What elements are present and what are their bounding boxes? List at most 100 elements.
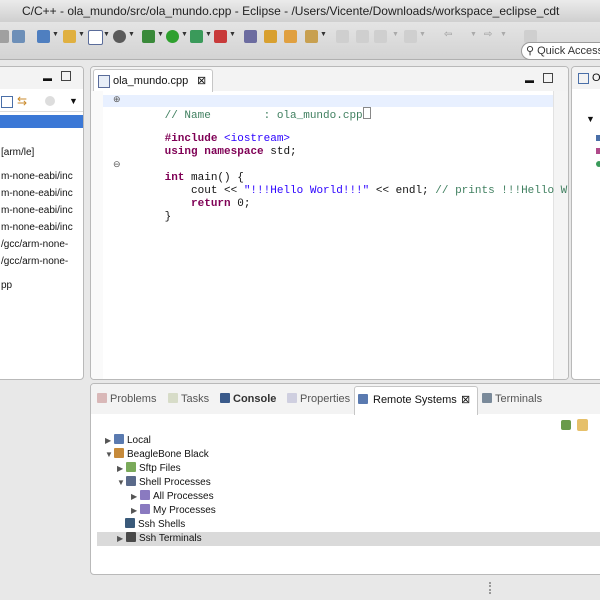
minimize-icon[interactable]: ▬ (525, 75, 534, 85)
build-target-icon[interactable] (12, 30, 25, 43)
window-title: C/C++ - ola_mundo/src/ola_mundo.cpp - Ec… (22, 4, 560, 18)
tree-item[interactable]: /gcc/arm-none- (1, 238, 68, 252)
tree-item[interactable]: m-none-eabi/inc (1, 187, 73, 201)
filter-icon[interactable] (45, 96, 55, 106)
chevron-down-icon[interactable]: ▼ (78, 31, 85, 38)
tree-item-beaglebone[interactable]: ▼ BeagleBone Black (105, 448, 209, 462)
remote-host-icon (114, 448, 124, 458)
tab-label: Remote Systems (373, 394, 457, 406)
tab-properties[interactable]: Properties (287, 393, 350, 405)
tab-problems[interactable]: Problems (97, 393, 156, 405)
toolbar-cut-icon[interactable] (0, 30, 9, 43)
tab-console[interactable]: Console (220, 393, 276, 405)
forward-arrow-icon[interactable]: ⇨ (484, 29, 492, 40)
run-play-icon[interactable] (166, 30, 179, 43)
tree-item-shell-processes[interactable]: ▼ Shell Processes (117, 476, 211, 490)
tree-item-local[interactable]: ▶ Local (105, 434, 151, 448)
back-arrow-icon[interactable]: ⇦ (444, 29, 452, 40)
next-annotation-icon[interactable] (336, 30, 349, 43)
tab-label: Terminals (495, 393, 543, 405)
maximize-icon[interactable] (61, 71, 71, 81)
chevron-down-icon[interactable]: ▼ (205, 31, 212, 38)
open-resource-icon[interactable] (264, 30, 277, 43)
include-icon (596, 135, 600, 141)
tab-tasks[interactable]: Tasks (168, 393, 209, 405)
chevron-down-icon[interactable]: ▼ (181, 31, 188, 38)
view-menu-icon[interactable]: ▼ (69, 96, 78, 106)
tab-label: Tasks (181, 393, 210, 405)
view-menu-icon[interactable]: ▼ (586, 114, 595, 124)
chevron-down-icon[interactable]: ▼ (392, 31, 399, 38)
expand-icon[interactable]: ▶ (131, 490, 140, 504)
close-icon[interactable]: ⊠ (197, 74, 206, 87)
tree-item[interactable]: pp (1, 279, 12, 293)
chevron-down-icon[interactable]: ▼ (229, 31, 236, 38)
tree-item[interactable]: [arm/le] (1, 146, 34, 160)
cpp-file-icon (98, 75, 110, 88)
run-external-tool-icon[interactable] (190, 30, 203, 43)
keyword: return (191, 198, 231, 210)
collapse-icon[interactable]: ▼ (117, 476, 126, 490)
chevron-down-icon[interactable]: ▼ (419, 31, 426, 38)
open-task-icon[interactable] (284, 30, 297, 43)
tree-item[interactable]: m-none-eabi/inc (1, 204, 73, 218)
tree-item-ssh-shells[interactable]: Ssh Shells (125, 518, 185, 532)
terminal-icon (126, 532, 136, 542)
tree-item[interactable]: /gcc/arm-none- (1, 255, 68, 269)
fold-icon[interactable]: ⊕ (113, 95, 121, 105)
chevron-down-icon[interactable]: ▼ (52, 31, 59, 38)
chevron-down-icon[interactable]: ▼ (157, 31, 164, 38)
tab-terminals[interactable]: Terminals (482, 393, 542, 405)
tree-item-ssh-terminals[interactable]: ▶ Ssh Terminals (117, 532, 202, 546)
link-with-editor-icon[interactable]: ⇆ (17, 94, 27, 108)
keyword: using (164, 146, 198, 158)
editor-scrollbar[interactable] (553, 91, 568, 379)
tree-label: My Processes (153, 505, 216, 516)
expand-icon[interactable]: ▶ (117, 462, 126, 476)
outline-tab-label[interactable]: O (592, 72, 600, 84)
tree-item-my-processes[interactable]: ▶ My Processes (131, 504, 216, 518)
new-connection-icon[interactable] (561, 420, 571, 430)
expand-icon[interactable]: ▶ (117, 532, 126, 546)
new-class-icon[interactable] (88, 30, 103, 45)
main-toolbar: ▼ ▼ ▼ ▼ ▼ ▼ ▼ ▼ ▼ ▼ ▼ ⇦ ▼ ⇨ ▼ (0, 22, 600, 60)
tree-item[interactable]: m-none-eabi/inc (1, 170, 73, 184)
prev-annotation-icon[interactable] (356, 30, 369, 43)
function-icon (596, 161, 600, 167)
tree-item-sftp-files[interactable]: ▶ Sftp Files (117, 462, 181, 476)
fold-icon[interactable]: ⊖ (113, 160, 121, 170)
sftp-icon (126, 462, 136, 472)
minimize-icon[interactable]: ▬ (43, 73, 52, 83)
chevron-down-icon[interactable]: ▼ (500, 31, 507, 38)
marker-pen-icon[interactable] (305, 30, 318, 43)
tab-remote-systems[interactable]: Remote Systems ⊠ (354, 386, 478, 415)
editor-tab-ola-mundo[interactable]: ola_mundo.cpp ⊠ (93, 69, 213, 92)
open-type-icon[interactable] (244, 30, 257, 43)
chevron-down-icon[interactable]: ▼ (320, 31, 327, 38)
tree-label: Ssh Shells (138, 519, 186, 530)
last-edit-icon[interactable] (374, 30, 387, 43)
selected-project-row[interactable] (0, 115, 83, 128)
pin-icon[interactable] (404, 30, 417, 43)
status-bar-grip[interactable] (489, 582, 493, 594)
expand-icon[interactable]: ▶ (131, 504, 140, 518)
new-folder-icon[interactable] (37, 30, 50, 43)
tree-item[interactable]: m-none-eabi/inc (1, 221, 73, 235)
chevron-down-icon[interactable]: ▼ (103, 31, 110, 38)
chevron-down-icon[interactable]: ▼ (470, 31, 477, 38)
profile-icon[interactable] (214, 30, 227, 43)
tree-item-all-processes[interactable]: ▶ All Processes (131, 490, 214, 504)
refresh-icon[interactable] (577, 419, 588, 431)
expand-icon[interactable]: ▶ (105, 434, 114, 448)
debug-bug-icon[interactable] (142, 30, 155, 43)
filter-icon (140, 490, 150, 500)
text-cursor (362, 107, 371, 119)
chevron-down-icon[interactable]: ▼ (128, 31, 135, 38)
open-folder-icon[interactable] (63, 30, 76, 43)
collapse-all-icon[interactable] (1, 96, 13, 108)
close-icon[interactable]: ⊠ (461, 393, 470, 406)
search-icon[interactable] (113, 30, 126, 43)
collapse-icon[interactable]: ▼ (105, 448, 114, 462)
quick-access-field[interactable]: ⚲ Quick Access (521, 42, 600, 60)
maximize-icon[interactable] (543, 73, 553, 83)
